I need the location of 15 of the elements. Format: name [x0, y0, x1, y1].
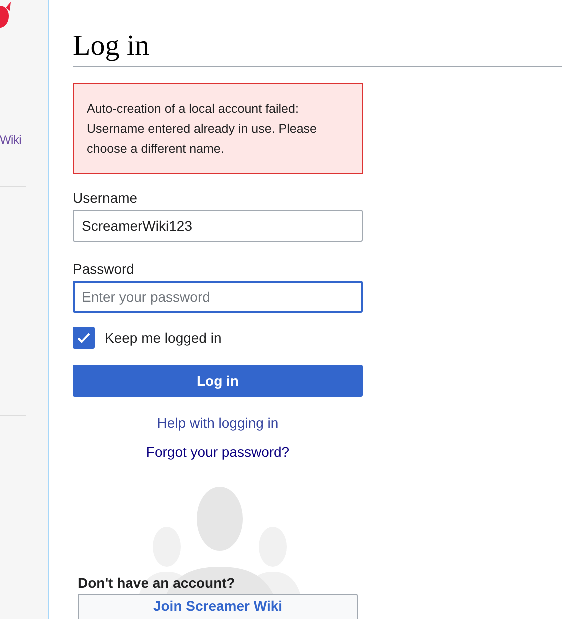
password-field[interactable]: Enter your password	[73, 281, 363, 313]
check-icon	[77, 332, 91, 344]
page-title: Log in	[73, 28, 562, 67]
sidebar-link[interactable]: Wiki	[0, 133, 22, 147]
help-link[interactable]: Help with logging in	[157, 415, 279, 432]
signup-prompt: Don't have an account?	[78, 575, 236, 591]
login-button[interactable]: Log in	[73, 365, 363, 397]
username-field[interactable]: ScreamerWiki123	[73, 210, 363, 242]
checkbox[interactable]	[73, 327, 95, 349]
field-label: Password	[73, 261, 136, 277]
checkbox-label: Keep me logged in	[105, 330, 222, 346]
error-message: Auto-creation of a local account failed: Username entered already in use. Please choose a different name.	[73, 83, 363, 174]
help-link[interactable]: Forgot your password?	[146, 444, 290, 461]
join-button[interactable]: Join Screamer Wiki	[78, 594, 358, 619]
field-label: Username	[73, 190, 139, 206]
